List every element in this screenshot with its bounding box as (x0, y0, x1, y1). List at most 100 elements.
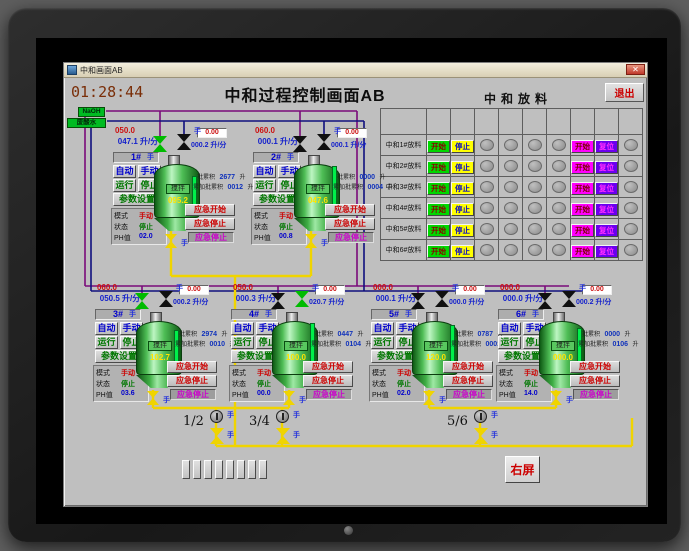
ph-label: PH值 (114, 234, 131, 242)
feed-valve2-icon[interactable] (177, 134, 191, 150)
emergency-start-button[interactable]: 应急开始 (303, 361, 353, 373)
feed-valve-icon[interactable] (411, 293, 425, 309)
close-icon[interactable]: ✕ (626, 64, 645, 75)
emergency-stop-button[interactable]: 应急停止 (303, 375, 353, 387)
emergency-stop-button[interactable]: 应急停止 (167, 375, 217, 387)
exit-button[interactable]: 退出 (605, 83, 644, 102)
feed-valve2-icon[interactable] (159, 291, 173, 307)
emergency-discharge-button[interactable]: 开始 (571, 161, 594, 175)
emergency-stop2-button[interactable]: 应急停止 (188, 232, 234, 243)
start-button[interactable]: 开始 (427, 182, 450, 196)
discharge-valve-icon[interactable] (283, 391, 295, 405)
discharge-valve-icon[interactable] (305, 234, 317, 248)
nav-button[interactable] (182, 460, 190, 479)
emergency-discharge-button[interactable]: 开始 (571, 245, 594, 259)
run-button[interactable]: 运行 (113, 179, 136, 192)
level-reset-button[interactable]: 复位 (595, 203, 618, 217)
agitator-tag: 搅拌 (424, 341, 448, 351)
emergency-stop-button[interactable]: 应急停止 (325, 218, 375, 230)
emergency-start-button[interactable]: 应急开始 (570, 361, 620, 373)
pump-pair-label: 5/6 (447, 414, 468, 429)
start-button[interactable]: 开始 (427, 140, 450, 154)
right-screen-button[interactable]: 右屏 (505, 456, 540, 483)
level-reset-button[interactable]: 复位 (595, 245, 618, 259)
start-button[interactable]: 开始 (427, 245, 450, 259)
pump-valve-icon[interactable] (210, 428, 224, 444)
run-button[interactable]: 运行 (253, 179, 276, 192)
run-button[interactable]: 运行 (371, 336, 394, 349)
level-reset-button[interactable]: 复位 (595, 182, 618, 196)
emergency-stop-button[interactable]: 应急停止 (185, 218, 235, 230)
emergency-discharge-button[interactable]: 开始 (571, 140, 594, 154)
nav-button[interactable] (226, 460, 234, 479)
discharge-done-lamp (551, 139, 566, 151)
start-button[interactable]: 开始 (427, 161, 450, 175)
auto-button[interactable]: 自动 (95, 322, 118, 335)
auto-button[interactable]: 自动 (498, 322, 521, 335)
run-button[interactable]: 运行 (231, 336, 254, 349)
pump-icon[interactable] (474, 410, 487, 423)
level-reset-button[interactable]: 复位 (595, 161, 618, 175)
mode-label: 模式 (96, 369, 110, 377)
discharge-done-lamp (551, 244, 566, 256)
discharge-valve-icon[interactable] (550, 391, 562, 405)
emergency-discharge-button[interactable]: 开始 (571, 182, 594, 196)
pump-icon[interactable] (276, 410, 289, 423)
auto-button[interactable]: 自动 (253, 165, 276, 178)
emergency-discharge-button[interactable]: 开始 (571, 203, 594, 217)
reaction-done-lamp (527, 139, 542, 151)
feed-valve2-icon[interactable] (562, 291, 576, 307)
run-button[interactable]: 运行 (498, 336, 521, 349)
pump-icon[interactable] (210, 410, 223, 423)
emergency-stop2-button[interactable]: 应急停止 (170, 389, 216, 400)
emergency-stop2-button[interactable]: 应急停止 (328, 232, 374, 243)
feed-valve2-icon[interactable] (295, 291, 309, 307)
stop-button[interactable]: 停止 (451, 203, 474, 217)
pump-valve-icon[interactable] (276, 428, 290, 444)
feed-valve2-icon[interactable] (435, 291, 449, 307)
pump-valve-icon[interactable] (474, 428, 488, 444)
nav-button[interactable] (237, 460, 245, 479)
discharge-done-lamp (551, 181, 566, 193)
stop-button[interactable]: 停止 (451, 140, 474, 154)
auto-button[interactable]: 自动 (231, 322, 254, 335)
stop-button[interactable]: 停止 (451, 182, 474, 196)
start-button[interactable]: 开始 (427, 224, 450, 238)
stop-button[interactable]: 停止 (451, 224, 474, 238)
emergency-start-button[interactable]: 应急开始 (325, 204, 375, 216)
nav-button[interactable] (248, 460, 256, 479)
auto-button[interactable]: 自动 (113, 165, 136, 178)
feed-valve-icon[interactable] (153, 136, 167, 152)
feed-valve2-icon[interactable] (317, 134, 331, 150)
manual-tag: 手 (452, 285, 459, 292)
emergency-discharge-button[interactable]: 开始 (571, 224, 594, 238)
ph-value: 03.6 (121, 389, 135, 397)
table-header-row (380, 108, 643, 135)
discharge-valve-icon[interactable] (165, 234, 177, 248)
nav-button[interactable] (193, 460, 201, 479)
feed-valve-icon[interactable] (271, 293, 285, 309)
discharge-valve-icon[interactable] (423, 391, 435, 405)
emergency-stop2-button[interactable]: 应急停止 (306, 389, 352, 400)
level-reset-button[interactable]: 复位 (595, 140, 618, 154)
run-button[interactable]: 运行 (95, 336, 118, 349)
feed-valve-icon[interactable] (135, 293, 149, 309)
level-reset-button[interactable]: 复位 (595, 224, 618, 238)
stop-button[interactable]: 停止 (451, 161, 474, 175)
emergency-start-button[interactable]: 应急开始 (185, 204, 235, 216)
feed-valve-icon[interactable] (538, 293, 552, 309)
auto-button[interactable]: 自动 (371, 322, 394, 335)
window-icon (67, 65, 77, 75)
emergency-start-button[interactable]: 应急开始 (167, 361, 217, 373)
stop-button[interactable]: 停止 (451, 245, 474, 259)
column-header (498, 108, 523, 135)
feed-valve-icon[interactable] (293, 136, 307, 152)
nav-button[interactable] (204, 460, 212, 479)
tank-unit: 050.0 047.1 升/分 0.00 000.2 升/分 1# 自动 手动 … (101, 126, 254, 266)
start-button[interactable]: 开始 (427, 203, 450, 217)
nav-button[interactable] (215, 460, 223, 479)
emergency-stop2-button[interactable]: 应急停止 (573, 389, 619, 400)
emergency-stop-button[interactable]: 应急停止 (570, 375, 620, 387)
discharge-valve-icon[interactable] (147, 391, 159, 405)
nav-button[interactable] (259, 460, 267, 479)
